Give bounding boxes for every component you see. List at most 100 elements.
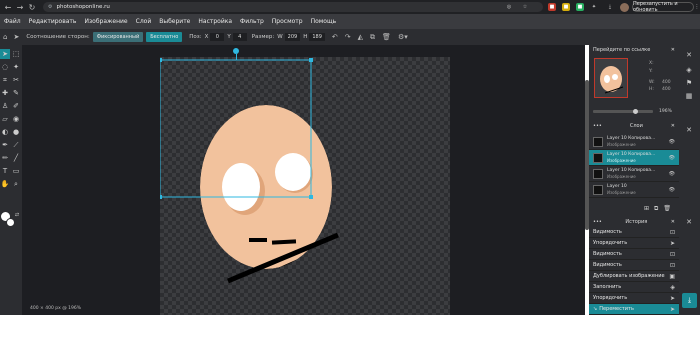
text-tool-icon[interactable]: T — [0, 166, 10, 176]
y-input[interactable]: 4 — [232, 33, 247, 41]
stamp-tool-icon[interactable]: ♙ — [0, 101, 10, 111]
close-icon[interactable]: ✕ — [684, 217, 694, 227]
new-layer-icon[interactable]: ⊞ — [644, 205, 649, 213]
flip-icon[interactable]: ◭ — [358, 33, 363, 41]
history-item[interactable]: Заполнить ◈ — [589, 282, 679, 293]
w-input[interactable]: 209 — [284, 33, 301, 41]
home-icon[interactable]: ⌂ — [3, 33, 7, 41]
history-item[interactable]: Дублировать изображение ▣ — [589, 271, 679, 282]
menu-help[interactable]: Помощь — [311, 18, 337, 25]
swap-colors-icon[interactable]: ⇄ — [12, 210, 22, 220]
menu-image[interactable]: Изображение — [84, 18, 127, 25]
extensions-puzzle-icon[interactable]: ✦ — [590, 3, 598, 11]
download-icon[interactable]: ⤓ — [606, 3, 614, 11]
fixed-ratio-button[interactable]: Фиксированный — [92, 32, 144, 42]
navigator-panel-icon[interactable]: ✕ — [684, 50, 694, 60]
duplicate-icon[interactable]: ⧉ — [370, 33, 375, 42]
duplicate-layer-icon[interactable]: ⧉ — [654, 205, 658, 213]
ruler-tool-icon[interactable]: ╱ — [11, 153, 21, 163]
layer-row[interactable]: Layer 10 Копирова... Изображение 👁 — [589, 134, 679, 150]
properties-panel-icon[interactable]: ⚑ — [684, 78, 694, 88]
visibility-eye-icon[interactable]: 👁 — [669, 187, 675, 193]
heal-tool-icon[interactable]: ✚ — [0, 88, 10, 98]
visibility-eye-icon[interactable]: 👁 — [669, 155, 675, 161]
adjust-panel-icon[interactable]: ▦ — [684, 91, 694, 101]
undo-icon[interactable]: ↶ — [332, 33, 338, 41]
history-item[interactable]: Видимость ⊡ — [589, 249, 679, 260]
redo-icon[interactable]: ↷ — [345, 33, 351, 41]
address-bar[interactable]: ⚙ photoshoponline.ru — [43, 2, 543, 12]
zoom-tool-icon[interactable]: ⌕ — [11, 179, 21, 189]
trash-icon[interactable]: 🗑 — [382, 33, 391, 41]
extension-icon-yellow[interactable]: ■ — [562, 3, 570, 11]
dodge-tool-icon[interactable]: ● — [11, 127, 21, 137]
menu-select[interactable]: Выберите — [159, 18, 190, 25]
navigator-thumbnail[interactable] — [594, 58, 628, 98]
extension-icon-green[interactable]: ■ — [576, 3, 584, 11]
workspace[interactable] — [22, 45, 585, 315]
history-item[interactable]: Упорядочить ➤ — [589, 293, 679, 304]
menu-view[interactable]: Просмотр — [272, 18, 303, 25]
magic-wand-icon[interactable]: ✦ — [11, 62, 21, 72]
layers-menu-icon[interactable]: ••• — [593, 123, 602, 129]
nav-w-value: 400 — [662, 80, 671, 85]
relaunch-button[interactable]: Перезапустить и обновить — [632, 1, 694, 13]
marquee-tool-icon[interactable]: ⬚ — [11, 49, 21, 59]
layer-row[interactable]: Layer 10 Изображение 👁 — [589, 182, 679, 198]
h-input[interactable]: 189 — [309, 33, 325, 41]
browser-menu-icon[interactable]: ⋮ — [694, 3, 700, 11]
move-tool-icon[interactable]: ➤ — [13, 33, 19, 41]
close-icon[interactable]: ✕ — [684, 125, 694, 135]
image-canvas[interactable] — [160, 57, 450, 315]
layer-row[interactable]: Layer 10 Копирова... Изображение 👁 — [589, 166, 679, 182]
free-ratio-button[interactable]: Бесплатно — [146, 32, 183, 42]
slice-tool-icon[interactable]: ✂ — [11, 75, 21, 85]
blur-tool-icon[interactable]: ◐ — [0, 127, 10, 137]
hand-tool-icon[interactable]: ✋ — [0, 179, 10, 189]
history-brush-icon[interactable]: ✐ — [11, 101, 21, 111]
history-item[interactable]: Видимость ⊡ — [589, 227, 679, 238]
back-icon[interactable]: ← — [2, 0, 14, 14]
history-item[interactable]: ↘ Переместить ➤ — [589, 304, 679, 315]
history-menu-icon[interactable]: ••• — [593, 219, 602, 225]
zoom-slider[interactable] — [593, 109, 653, 114]
delete-layer-icon[interactable]: 🗑 — [663, 205, 671, 213]
page-bottom — [0, 315, 700, 345]
history-item[interactable]: Видимость ⊡ — [589, 260, 679, 271]
lasso-tool-icon[interactable]: ◌ — [0, 62, 10, 72]
eyedropper-tool-icon[interactable]: ✏ — [0, 153, 10, 163]
shape-tool-icon[interactable]: ▭ — [11, 166, 21, 176]
close-icon[interactable]: ✕ — [671, 47, 675, 53]
nav-w-label: W: — [649, 80, 655, 85]
menu-adjust[interactable]: Настройка — [198, 18, 232, 25]
reload-icon[interactable]: ↻ — [26, 0, 38, 14]
x-input[interactable]: 0 — [210, 33, 225, 41]
site-info-icon[interactable]: ⚙ — [48, 4, 52, 10]
menu-filter[interactable]: Фильтр — [240, 18, 264, 25]
extension-icon-red[interactable]: ■ — [548, 3, 556, 11]
history-item[interactable]: Упорядочить ➤ — [589, 238, 679, 249]
forward-icon[interactable]: → — [14, 0, 26, 14]
extension-icon-1[interactable]: ◎ — [505, 3, 513, 11]
menu-edit[interactable]: Редактировать — [29, 18, 77, 25]
pen-tool-icon[interactable]: ✒ — [0, 140, 10, 150]
layers-panel-icon[interactable]: ◈ — [684, 65, 694, 75]
eraser-tool-icon[interactable]: ▱ — [0, 114, 10, 124]
menu-layer[interactable]: Слой — [136, 18, 152, 25]
crop-tool-icon[interactable]: ⌗ — [0, 75, 10, 85]
visibility-eye-icon[interactable]: 👁 — [669, 139, 675, 145]
visibility-eye-icon[interactable]: 👁 — [669, 171, 675, 177]
move-tool-icon[interactable]: ➤ — [0, 49, 10, 59]
path-tool-icon[interactable]: ⟋ — [11, 140, 21, 150]
fill-icon: ◈ — [670, 283, 675, 291]
layer-row[interactable]: Layer 10 Копирова... Изображение 👁 — [589, 150, 679, 166]
bookmark-star-icon[interactable]: ☆ — [521, 3, 529, 11]
brush-tool-icon[interactable]: ✎ — [11, 88, 21, 98]
history-close-icon[interactable]: ✕ — [671, 219, 675, 225]
layers-close-icon[interactable]: ✕ — [671, 123, 675, 129]
export-button[interactable]: ⤓ — [682, 293, 697, 308]
menu-file[interactable]: Файл — [4, 18, 21, 25]
fill-tool-icon[interactable]: ◉ — [11, 114, 21, 124]
settings-gear-icon[interactable]: ⚙▾ — [398, 33, 408, 41]
profile-avatar[interactable] — [620, 3, 629, 12]
